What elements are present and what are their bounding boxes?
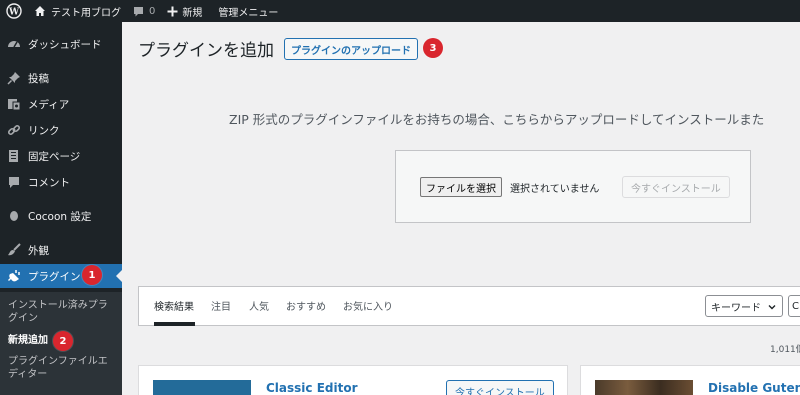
search-type-value: キーワード	[711, 302, 761, 314]
tab-popular[interactable]: 人気	[249, 298, 269, 313]
comment-icon	[6, 174, 22, 190]
media-icon	[6, 96, 22, 112]
callout-badge-1: 1	[82, 265, 102, 285]
admin-menu-link[interactable]: 管理メニュー	[212, 0, 284, 22]
home-icon	[35, 6, 45, 16]
search-input-value: C	[792, 300, 799, 312]
plugin-install-button[interactable]: 今すぐインストール	[446, 380, 554, 395]
plugin-thumbnail	[595, 380, 693, 395]
zip-upload-description: ZIP 形式のプラグインファイルをお持ちの場合、こちらからアップロードしてインス…	[229, 112, 765, 127]
sidebar-item-pages[interactable]: 固定ページ	[0, 144, 122, 168]
plus-icon	[167, 6, 178, 16]
sidebar-item-links[interactable]: リンク	[0, 118, 122, 142]
sidebar-item-label: 外観	[28, 244, 49, 257]
svg-text:W: W	[8, 8, 20, 18]
sidebar-item-appearance[interactable]: 外観	[0, 238, 122, 262]
submenu-item-installed[interactable]: インストール済みプラグイン	[8, 299, 116, 325]
tab-recommended[interactable]: おすすめ	[286, 298, 326, 313]
sidebar-item-posts[interactable]: 投稿	[0, 66, 122, 90]
callout-badge-2: 2	[53, 331, 73, 351]
active-menu-arrow	[116, 270, 122, 282]
sidebar-item-media[interactable]: メディア	[0, 92, 122, 116]
link-icon	[6, 122, 22, 138]
sidebar-item-label: 投稿	[28, 72, 49, 85]
site-name-link[interactable]: テスト用ブログ	[28, 0, 127, 22]
pushpin-icon	[6, 70, 22, 86]
plugin-card-title[interactable]: Disable Gutenb	[708, 381, 800, 395]
page-title: プラグインを追加	[138, 41, 274, 61]
site-name: テスト用ブログ	[51, 7, 121, 19]
comments-link[interactable]: 0	[127, 0, 161, 22]
choose-file-button[interactable]: ファイルを選択	[420, 177, 502, 197]
sidebar-item-label: コメント	[28, 176, 70, 189]
callout-badge-3: 3	[423, 38, 443, 58]
dashboard-icon	[6, 36, 22, 52]
comments-count: 0	[149, 5, 156, 17]
sidebar-item-label: ダッシュボード	[28, 38, 102, 51]
new-label: 新規	[182, 7, 203, 19]
plugin-icon	[6, 268, 22, 284]
admin-bar: W テスト用ブログ 0 新規 管理メニュー	[0, 0, 800, 22]
page-icon	[6, 148, 22, 164]
wordpress-logo-button[interactable]: W	[0, 0, 28, 22]
new-content-link[interactable]: 新規	[161, 0, 208, 22]
comment-icon	[134, 6, 143, 16]
search-type-select[interactable]: キーワード	[705, 295, 783, 317]
file-status-text: 選択されていません	[510, 184, 600, 195]
chevron-down-icon	[768, 305, 776, 310]
sidebar-item-plugins[interactable]: プラグイン	[0, 264, 122, 288]
sidebar-item-dashboard[interactable]: ダッシュボード	[0, 32, 122, 56]
current-tab-indicator	[154, 322, 195, 326]
tab-search-results[interactable]: 検索結果	[154, 298, 194, 313]
results-count: 1,011個	[770, 345, 800, 355]
search-plugins-input[interactable]: C	[788, 295, 800, 317]
upload-plugin-button[interactable]: プラグインのアップロード	[284, 38, 418, 60]
plugin-card-title[interactable]: Classic Editor	[266, 381, 358, 395]
plugin-thumbnail	[153, 380, 251, 395]
sidebar-item-label: メディア	[28, 98, 70, 111]
wordpress-logo-icon: W	[6, 3, 22, 19]
paintbrush-icon	[6, 242, 22, 258]
sidebar-item-label: リンク	[28, 124, 60, 137]
tab-favorites[interactable]: お気に入り	[343, 298, 393, 313]
sidebar-item-cocoon[interactable]: Cocoon 設定	[0, 204, 122, 228]
sidebar-item-label: Cocoon 設定	[28, 210, 92, 223]
install-now-button[interactable]: 今すぐインストール	[622, 176, 730, 198]
admin-menu-label: 管理メニュー	[218, 7, 279, 19]
sidebar-item-comments[interactable]: コメント	[0, 170, 122, 194]
tab-featured[interactable]: 注目	[211, 298, 231, 313]
submenu-item-file-editor[interactable]: プラグインファイルエディター	[8, 355, 116, 381]
plugin-filter-bar	[138, 286, 800, 326]
sidebar-item-label: 固定ページ	[28, 150, 81, 163]
cocoon-icon	[6, 208, 22, 224]
sidebar-item-label: プラグイン	[28, 270, 81, 283]
